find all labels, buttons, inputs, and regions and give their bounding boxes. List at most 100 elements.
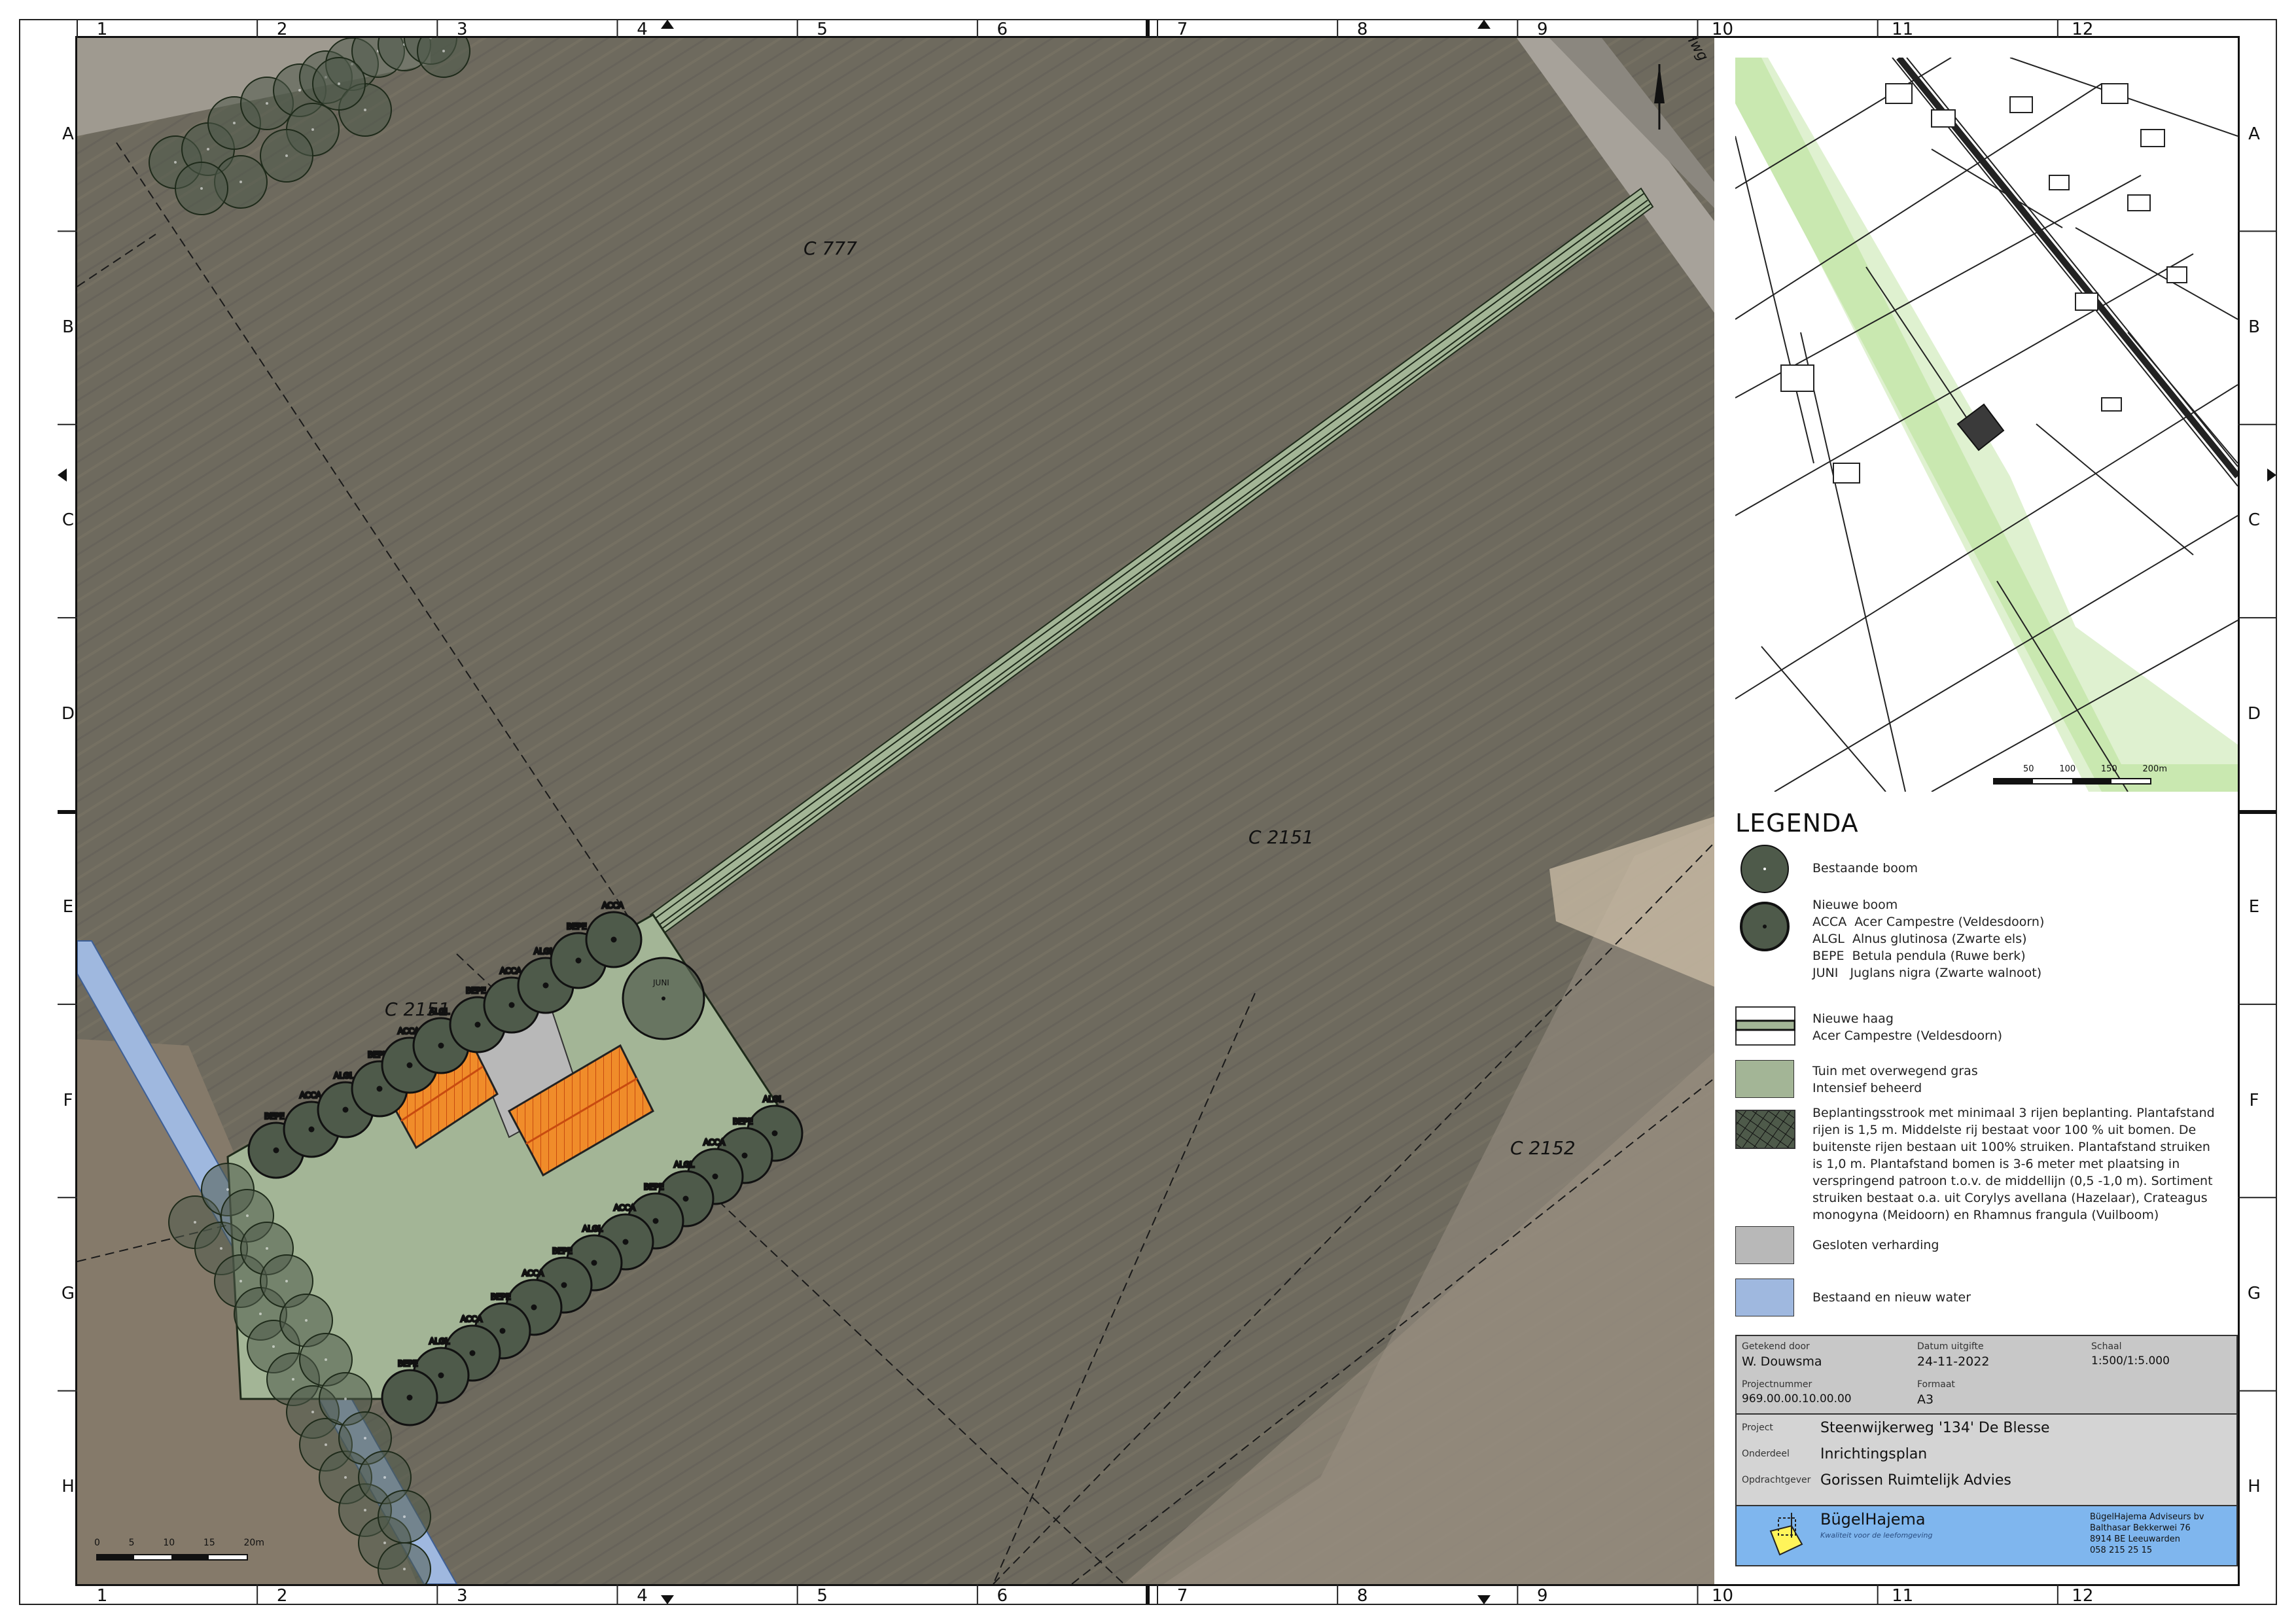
grid-column-label: 7 xyxy=(1176,1586,1188,1606)
tree-code-label: ALGL xyxy=(582,1224,603,1233)
map-scalebar xyxy=(96,1554,248,1561)
legend-text: Bestaand en nieuw water xyxy=(1812,1290,1971,1305)
grid-column-label: 6 xyxy=(997,1586,1008,1606)
overview-scalebar-labels: 50 100 150 200m xyxy=(2023,764,2167,774)
format-value: A3 xyxy=(1917,1392,1934,1407)
company-name: BügelHajema xyxy=(1820,1510,1926,1528)
tree-code-label: ALGL xyxy=(674,1160,694,1169)
grid-row-label: D xyxy=(2247,703,2261,724)
address-line: Balthasar Bekkerwei 76 xyxy=(2090,1523,2191,1533)
company-address: BügelHajema Adviseurs bv Balthasar Bekke… xyxy=(2090,1511,2204,1556)
tree-code-label: ACCA xyxy=(703,1138,726,1147)
legend-item-planting-strip: Beplantingsstrook met minimaal 3 rijen b… xyxy=(1735,1104,2233,1235)
drawing-part: Inrichtingsplan xyxy=(1820,1446,1928,1462)
grid-row-label: D xyxy=(61,703,75,724)
address-line: 058 215 25 15 xyxy=(2090,1545,2153,1555)
grid-column-label: 1 xyxy=(96,20,108,39)
tree-code-label: ALGL xyxy=(429,1337,450,1346)
legend-title: LEGENDA xyxy=(1735,809,1859,838)
legend-text: Tuin met overwegend gras Intensief behee… xyxy=(1812,1064,1978,1095)
grid-column-label: 5 xyxy=(817,20,828,39)
grid-row-label: F xyxy=(63,1090,73,1110)
project-name: Steenwijkerweg '134' De Blesse xyxy=(1820,1420,2050,1436)
format-label: Formaat xyxy=(1917,1379,1955,1390)
parcel-label-c2151-small: C 2151 xyxy=(385,998,450,1020)
grid-row-label: B xyxy=(62,317,74,338)
tree-code-label: ALGL xyxy=(763,1095,783,1104)
existing-tree-icon xyxy=(1740,845,1789,893)
grid-column-label: 12 xyxy=(2072,1586,2094,1606)
legend-item-new-tree: Nieuwe boom ACCA Acer Campestre (Veldesd… xyxy=(1735,896,2233,995)
legend-item-water: Bestaand en nieuw water xyxy=(1735,1279,2233,1324)
grid-column-label: 10 xyxy=(1711,1586,1734,1606)
grid-column-label: 11 xyxy=(1892,20,1914,39)
address-line: 8914 BE Leeuwarden xyxy=(2090,1534,2180,1544)
part-label: Onderdeel xyxy=(1742,1449,1790,1459)
new-tree-icon xyxy=(1740,902,1790,951)
tree-code-label: BEPE xyxy=(552,1246,573,1256)
drawn-by: W. Douwsma xyxy=(1742,1354,1822,1369)
drawing-sheet: 1 2 3 4 5 6 7 8 9 10 11 12 1 2 3 4 5 6 7 8 9 10 11 12 ABCDEFGH… xyxy=(0,0,2296,1624)
overview-map-svg xyxy=(1735,58,2238,792)
legend-item-hedge: Nieuwe haag Acer Campestre (Veldesdoorn) xyxy=(1735,1006,2233,1052)
scale-tick: 200m xyxy=(2142,764,2167,774)
company-logo-icon xyxy=(1769,1513,1803,1556)
grid-column-label: 2 xyxy=(276,20,288,39)
parcel-label-c777: C 777 xyxy=(804,238,857,259)
tree-code-label: BEPE xyxy=(264,1112,285,1121)
scale-tick: 5 xyxy=(128,1538,135,1548)
garden-swatch xyxy=(1735,1060,1794,1098)
water-swatch xyxy=(1735,1279,1794,1316)
grid-row-label: A xyxy=(62,124,74,144)
date-label: Datum uitgifte xyxy=(1917,1341,1984,1352)
scale-tick: 100 xyxy=(2059,764,2076,774)
aerial-map[interactable]: BEPE ACCA ALGL BEPE ACCA ALGL BEPE ACCA ALGL BEPE… xyxy=(77,38,1714,1584)
tree-code-label: ACCA xyxy=(300,1091,322,1100)
tree-code-label: BEPE xyxy=(466,986,486,995)
grid-row-label: F xyxy=(2249,1090,2259,1110)
overview-map[interactable]: 50 100 150 200m xyxy=(1735,58,2238,792)
client-name: Gorissen Ruimtelijk Advies xyxy=(1820,1472,2011,1489)
scale-tick: 10 xyxy=(163,1538,175,1548)
grid-row-label: H xyxy=(2248,1477,2261,1497)
legend-item-garden: Tuin met overwegend gras Intensief behee… xyxy=(1735,1060,2233,1106)
address-line: BügelHajema Adviseurs bv xyxy=(2090,1512,2204,1522)
grid-row-label: G xyxy=(2247,1283,2261,1303)
scale-tick: 15 xyxy=(203,1538,215,1548)
grid-row-label: E xyxy=(2248,897,2260,917)
project-label: Project xyxy=(1742,1422,1773,1433)
side-panel: 50 100 150 200m LEGENDA Bestaande boom N… xyxy=(1714,38,2238,1584)
project-number: 969.00.00.10.00.00 xyxy=(1742,1392,1852,1405)
tree-code-label: BEPE xyxy=(733,1117,753,1126)
tree-code-label: ACCA xyxy=(522,1269,544,1278)
title-block: Getekend door W. Douwsma Datum uitgifte … xyxy=(1735,1335,2238,1566)
grid-column-label: 11 xyxy=(1892,1586,1914,1606)
legend-text: Nieuwe boom ACCA Acer Campestre (Veldesd… xyxy=(1812,898,2045,980)
paving-swatch xyxy=(1735,1226,1794,1264)
scale-value: 1:500/1:5.000 xyxy=(2091,1354,2170,1368)
scale-tick: 20m xyxy=(243,1538,264,1548)
tree-code-label: ACCA xyxy=(461,1315,483,1324)
grid-row-label: B xyxy=(2248,317,2260,338)
project-no-label: Projectnummer xyxy=(1742,1379,1812,1390)
scale-tick: 150 xyxy=(2100,764,2117,774)
grid-row-label: H xyxy=(62,1477,75,1497)
map-scalebar-labels: 0 5 10 15 20m xyxy=(94,1538,264,1548)
grid-row-label: C xyxy=(2248,510,2261,531)
tree-code-label: BEPE xyxy=(567,922,587,931)
grid-column-label: 2 xyxy=(276,1586,288,1606)
company-slogan: Kwaliteit voor de leefomgeving xyxy=(1820,1531,1933,1540)
parcel-label-c2152: C 2152 xyxy=(1510,1137,1576,1159)
scale-tick: 0 xyxy=(94,1538,100,1548)
hedge-icon xyxy=(1735,1006,1795,1046)
grid-column-label: 9 xyxy=(1537,20,1548,39)
grid-row-label: A xyxy=(2248,124,2260,144)
grid-column-label: 8 xyxy=(1356,20,1368,39)
grid-column-label: 10 xyxy=(1711,20,1734,39)
tree-code-label: ACCA xyxy=(602,901,624,910)
grid-column-label: 8 xyxy=(1356,1586,1368,1606)
issue-date: 24-11-2022 xyxy=(1917,1354,1990,1369)
parcel-label-c2151: C 2151 xyxy=(1248,826,1314,848)
tree-code-label: BEPE xyxy=(398,1359,418,1368)
planting-strip-icon xyxy=(1735,1110,1795,1149)
